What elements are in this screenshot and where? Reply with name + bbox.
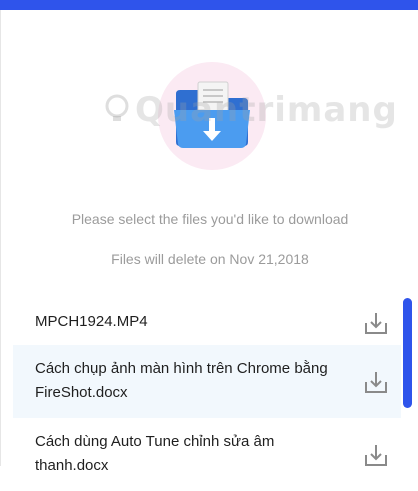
list-item[interactable]: Cách chụp ảnh màn hình trên Chrome bằng … [13,345,401,418]
list-item[interactable]: Cách dùng Auto Tune chỉnh sửa âm thanh.d… [13,418,401,491]
top-accent-bar [0,0,418,10]
select-prompt: Please select the files you'd like to do… [71,211,349,227]
file-name: Cách dùng Auto Tune chỉnh sửa âm thanh.d… [35,433,275,474]
file-list: MPCH1924.MP4 Cách chụp ảnh màn hình trên… [13,295,401,491]
list-item[interactable]: MPCH1924.MP4 [13,295,401,345]
watermark-text: Quantrimang [135,90,398,130]
download-icon[interactable] [363,310,389,336]
scrollbar-thumb[interactable] [403,298,412,408]
file-name: MPCH1924.MP4 [35,313,148,330]
lightbulb-icon [105,94,129,121]
download-icon[interactable] [363,442,389,468]
download-icon[interactable] [363,369,389,395]
file-name: Cách chụp ảnh màn hình trên Chrome bằng … [35,360,328,401]
delete-notice: Files will delete on Nov 21,2018 [111,251,309,267]
watermark: Quantrimang [105,90,398,130]
download-panel: Quantrimang Please select the files you'… [0,10,418,474]
